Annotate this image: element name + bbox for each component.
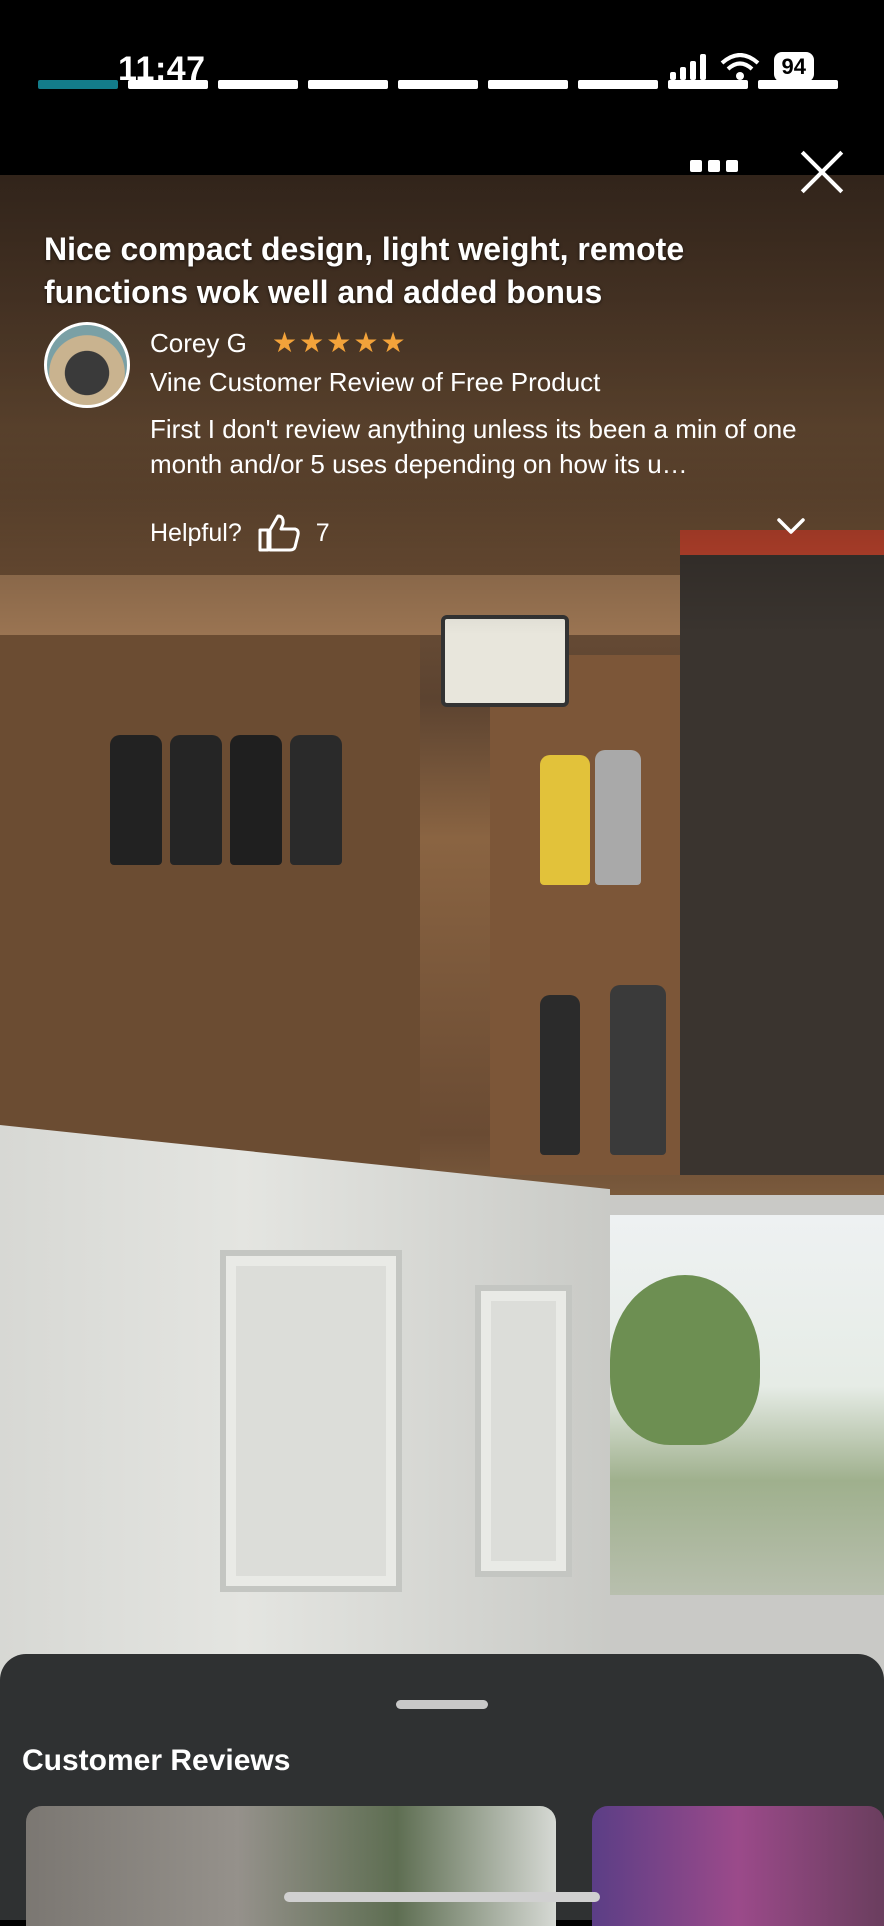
progress-segment <box>488 80 568 89</box>
photo-shelf-left <box>0 635 420 1195</box>
progress-segment <box>38 80 118 89</box>
story-progress <box>38 80 838 89</box>
avatar[interactable] <box>44 322 130 408</box>
sheet-title: Customer Reviews <box>22 1744 291 1777</box>
photo-door-panel <box>475 1285 572 1577</box>
status-bar: 11:47 94 <box>0 0 884 175</box>
photo-door-panel <box>220 1250 402 1592</box>
vine-badge: Vine Customer Review of Free Product <box>150 367 601 397</box>
progress-segment <box>218 80 298 89</box>
photo-bottle <box>170 735 222 865</box>
helpful-row: Helpful? 7 <box>150 514 330 552</box>
progress-segment <box>308 80 388 89</box>
battery-icon: 94 <box>773 52 814 82</box>
sheet-drag-handle[interactable] <box>396 1700 488 1709</box>
photo-bottle <box>540 755 590 885</box>
progress-segment <box>128 80 208 89</box>
signal-icon <box>669 54 706 80</box>
photo-bottle <box>230 735 282 865</box>
star-icon: ★ <box>299 327 325 358</box>
photo-bottle <box>610 985 666 1155</box>
star-icon: ★ <box>353 327 379 358</box>
helpful-count: 7 <box>315 518 330 547</box>
more-icon[interactable] <box>690 160 738 172</box>
star-icon: ★ <box>380 327 406 358</box>
thumbs-up-icon[interactable] <box>258 514 300 552</box>
review-thumbnail[interactable] <box>592 1806 884 1926</box>
wifi-icon <box>720 53 759 80</box>
progress-segment <box>758 80 838 89</box>
photo-bottle <box>290 735 342 865</box>
chevron-down-icon[interactable] <box>776 514 806 538</box>
progress-segment <box>398 80 478 89</box>
review-title: Nice compact design, light weight, remot… <box>44 231 685 310</box>
photo-bottle <box>595 750 641 885</box>
progress-segment <box>668 80 748 89</box>
review-thumbnail[interactable] <box>26 1806 556 1926</box>
review-author[interactable]: Corey G <box>150 328 247 359</box>
home-indicator[interactable] <box>284 1892 600 1902</box>
review-text[interactable]: First I don't review anything unless its… <box>150 412 850 482</box>
star-rating: ★ ★ ★ ★ ★ <box>272 326 406 359</box>
photo-tree <box>610 1275 760 1445</box>
star-icon: ★ <box>326 327 352 358</box>
photo-bottle <box>540 995 580 1155</box>
star-icon: ★ <box>272 327 298 358</box>
helpful-label: Helpful? <box>150 518 242 547</box>
progress-segment <box>578 80 658 89</box>
photo-shelf-right <box>680 555 884 1175</box>
photo-bottle <box>110 735 162 865</box>
status-indicators: 94 <box>669 52 814 82</box>
close-icon[interactable] <box>798 148 846 196</box>
